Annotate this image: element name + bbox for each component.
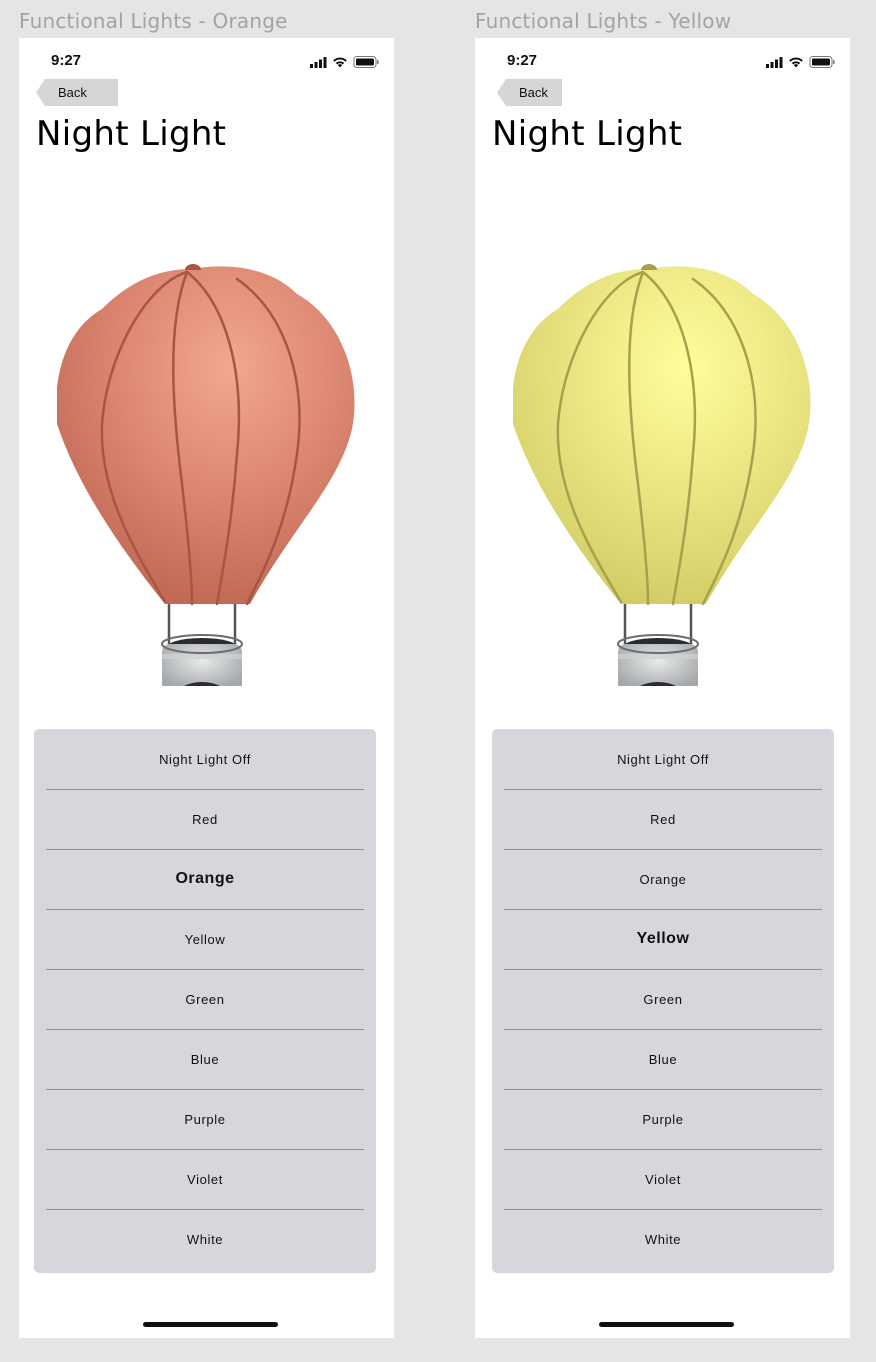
home-indicator <box>599 1322 734 1327</box>
color-option-violet[interactable]: Violet <box>492 1149 834 1209</box>
signal-icon <box>310 57 327 68</box>
status-icons <box>310 56 379 68</box>
status-icons <box>766 56 835 68</box>
frame-title-yellow: Functional Lights - Yellow <box>475 9 732 33</box>
color-option-white[interactable]: White <box>492 1209 834 1269</box>
home-indicator <box>143 1322 278 1327</box>
color-option-green[interactable]: Green <box>34 969 376 1029</box>
hot-air-balloon-image <box>513 264 811 686</box>
balloon-basket <box>617 634 699 686</box>
back-button-label: Back <box>58 85 87 100</box>
color-option-violet[interactable]: Violet <box>34 1149 376 1209</box>
color-option-green[interactable]: Green <box>492 969 834 1029</box>
color-option-night-light-off[interactable]: Night Light Off <box>34 729 376 789</box>
color-option-blue[interactable]: Blue <box>34 1029 376 1089</box>
color-option-purple[interactable]: Purple <box>34 1089 376 1149</box>
color-option-blue[interactable]: Blue <box>492 1029 834 1089</box>
balloon-basket <box>161 634 243 686</box>
page-title: Night Light <box>36 114 227 154</box>
battery-icon <box>353 56 379 68</box>
status-time: 9:27 <box>507 52 538 69</box>
color-option-yellow[interactable]: Yellow <box>34 909 376 969</box>
color-option-red[interactable]: Red <box>34 789 376 849</box>
hot-air-balloon-image <box>57 264 355 686</box>
color-option-yellow[interactable]: Yellow <box>492 909 834 969</box>
color-option-orange[interactable]: Orange <box>492 849 834 909</box>
color-option-white[interactable]: White <box>34 1209 376 1269</box>
battery-icon <box>809 56 835 68</box>
color-option-red[interactable]: Red <box>492 789 834 849</box>
frame-title-orange: Functional Lights - Orange <box>19 9 288 33</box>
color-option-night-light-off[interactable]: Night Light Off <box>492 729 834 789</box>
color-option-orange[interactable]: Orange <box>34 849 376 909</box>
page-title: Night Light <box>492 114 683 154</box>
wifi-icon <box>789 57 803 68</box>
back-button[interactable]: Back <box>497 79 579 106</box>
status-time: 9:27 <box>51 52 82 69</box>
color-option-list: Night Light Off Red Orange Yellow Green Blue P… <box>34 729 376 1273</box>
color-option-purple[interactable]: Purple <box>492 1089 834 1149</box>
phone-screen-orange: 9:27 Back Night Light Night Light Off Re… <box>19 38 394 1338</box>
back-button-label: Back <box>519 85 548 100</box>
phone-screen-yellow: 9:27 Back Night Light Night Light Off Re… <box>475 38 850 1338</box>
back-button[interactable]: Back <box>36 79 118 106</box>
color-option-list: Night Light Off Red Orange Yellow Green Blue P… <box>492 729 834 1273</box>
signal-icon <box>766 57 783 68</box>
wifi-icon <box>333 57 347 68</box>
